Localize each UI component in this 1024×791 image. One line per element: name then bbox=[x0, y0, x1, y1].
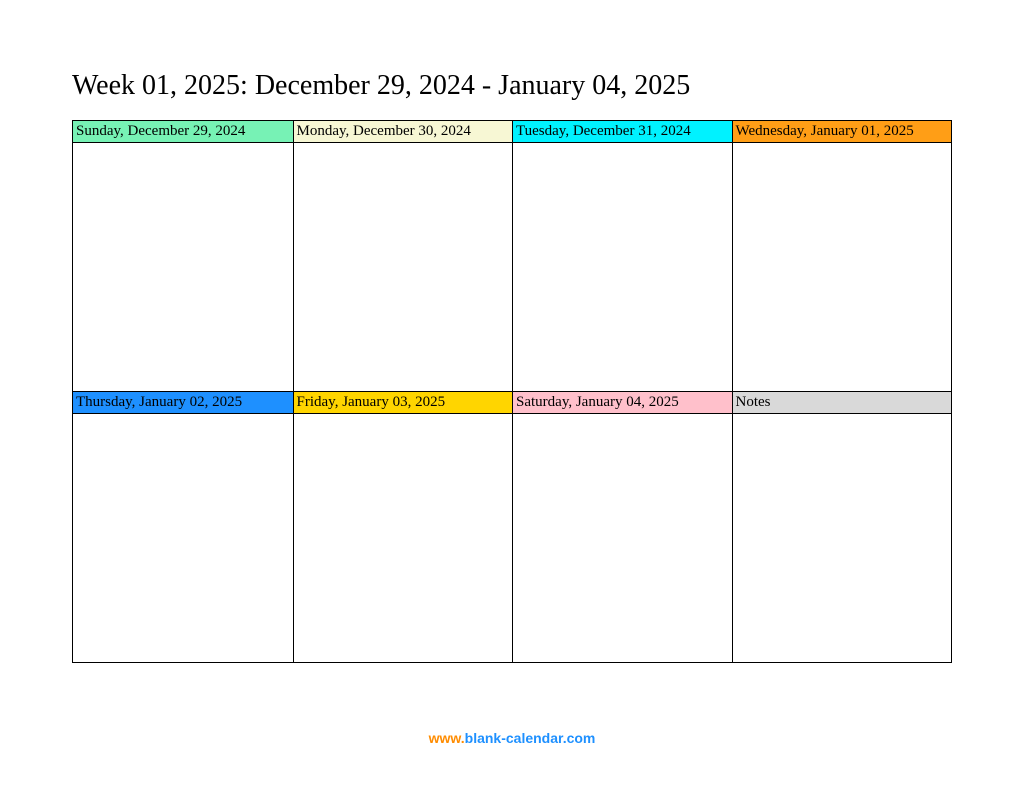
day-cell-friday[interactable] bbox=[293, 414, 513, 662]
day-cell-saturday[interactable] bbox=[512, 414, 732, 662]
notes-header: Notes bbox=[732, 391, 952, 414]
day-cell-sunday[interactable] bbox=[73, 143, 293, 391]
day-header-sunday: Sunday, December 29, 2024 bbox=[73, 121, 293, 143]
day-cell-monday[interactable] bbox=[293, 143, 513, 391]
day-cell-thursday[interactable] bbox=[73, 414, 293, 662]
day-cell-tuesday[interactable] bbox=[512, 143, 732, 391]
day-header-tuesday: Tuesday, December 31, 2024 bbox=[512, 121, 732, 143]
week-grid: Sunday, December 29, 2024 Monday, Decemb… bbox=[72, 120, 952, 663]
day-cell-wednesday[interactable] bbox=[732, 143, 952, 391]
day-header-friday: Friday, January 03, 2025 bbox=[293, 391, 513, 414]
day-header-saturday: Saturday, January 04, 2025 bbox=[512, 391, 732, 414]
day-header-monday: Monday, December 30, 2024 bbox=[293, 121, 513, 143]
page-title: Week 01, 2025: December 29, 2024 - Janua… bbox=[72, 70, 952, 102]
footer-prefix: www. bbox=[429, 730, 465, 746]
footer-suffix: blank-calendar.com bbox=[465, 730, 596, 746]
footer-link[interactable]: www.blank-calendar.com bbox=[0, 730, 1024, 746]
notes-cell[interactable] bbox=[732, 414, 952, 662]
day-header-wednesday: Wednesday, January 01, 2025 bbox=[732, 121, 952, 143]
day-header-thursday: Thursday, January 02, 2025 bbox=[73, 391, 293, 414]
